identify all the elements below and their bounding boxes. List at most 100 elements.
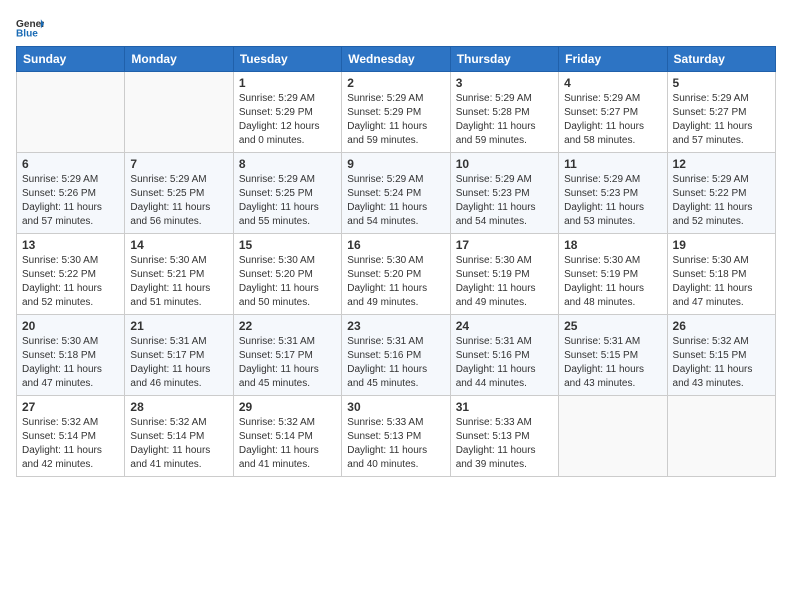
day-number: 29 (239, 400, 336, 414)
calendar-cell: 15 Sunrise: 5:30 AM Sunset: 5:20 PM Dayli… (233, 234, 341, 315)
day-number: 12 (673, 157, 770, 171)
calendar-cell: 3 Sunrise: 5:29 AM Sunset: 5:28 PM Daylig… (450, 72, 558, 153)
calendar-week-row: 27Sunrise: 5:32 AM Sunset: 5:14 PM Dayli… (17, 396, 776, 477)
day-detail: Sunrise: 5:31 AM Sunset: 5:17 PM Dayligh… (130, 335, 227, 391)
calendar-cell: 9Sunrise: 5:29 AM Sunset: 5:24 PM Daylig… (342, 153, 450, 234)
day-detail: Sunrise: 5:31 AM Sunset: 5:15 PM Dayligh… (564, 335, 661, 391)
svg-text:Blue: Blue (16, 28, 38, 38)
day-detail: Sunrise: 5:31 AM Sunset: 5:16 PM Dayligh… (456, 335, 553, 391)
day-number: 8 (239, 157, 336, 171)
calendar-cell: 23Sunrise: 5:31 AM Sunset: 5:16 PM Dayli… (342, 315, 450, 396)
day-number: 25 (564, 319, 661, 333)
calendar-col-header: Sunday (17, 47, 125, 72)
day-number: 11 (564, 157, 661, 171)
calendar-cell: 7Sunrise: 5:29 AM Sunset: 5:25 PM Daylig… (125, 153, 233, 234)
day-detail: Sunrise: 5:30 AM Sunset: 5:18 PM Dayligh… (22, 335, 119, 391)
day-number: 17 (456, 238, 553, 252)
day-detail: Sunrise: 5:33 AM Sunset: 5:13 PM Dayligh… (347, 416, 444, 472)
day-number: 16 (347, 238, 444, 252)
day-number: 24 (456, 319, 553, 333)
calendar-cell: 28Sunrise: 5:32 AM Sunset: 5:14 PM Dayli… (125, 396, 233, 477)
day-number: 20 (22, 319, 119, 333)
day-detail: Sunrise: 5:30 AM Sunset: 5:19 PM Dayligh… (564, 254, 661, 310)
day-number: 10 (456, 157, 553, 171)
calendar-cell: 13 Sunrise: 5:30 AM Sunset: 5:22 PM Dayli… (17, 234, 125, 315)
day-detail: Sunrise: 5:32 AM Sunset: 5:14 PM Dayligh… (130, 416, 227, 472)
calendar-table: SundayMondayTuesdayWednesdayThursdayFrid… (16, 46, 776, 477)
calendar-cell: 29 Sunrise: 5:32 AM Sunset: 5:14 PM Dayli… (233, 396, 341, 477)
calendar-cell: 17Sunrise: 5:30 AM Sunset: 5:19 PM Dayli… (450, 234, 558, 315)
calendar-body: 1 Sunrise: 5:29 AM Sunset: 5:29 PM Daylig… (17, 72, 776, 477)
day-detail: Sunrise: 5:33 AM Sunset: 5:13 PM Dayligh… (456, 416, 553, 472)
day-number: 5 (673, 76, 770, 90)
calendar-cell (17, 72, 125, 153)
calendar-cell: 21 Sunrise: 5:31 AM Sunset: 5:17 PM Dayli… (125, 315, 233, 396)
calendar-week-row: 20 Sunrise: 5:30 AM Sunset: 5:18 PM Dayli… (17, 315, 776, 396)
day-detail: Sunrise: 5:30 AM Sunset: 5:22 PM Dayligh… (22, 254, 119, 310)
day-number: 4 (564, 76, 661, 90)
day-number: 14 (130, 238, 227, 252)
day-number: 31 (456, 400, 553, 414)
day-detail: Sunrise: 5:32 AM Sunset: 5:14 PM Dayligh… (22, 416, 119, 472)
day-number: 7 (130, 157, 227, 171)
day-detail: Sunrise: 5:29 AM Sunset: 5:25 PM Dayligh… (239, 173, 336, 229)
calendar-week-row: 6 Sunrise: 5:29 AM Sunset: 5:26 PM Daylig… (17, 153, 776, 234)
day-detail: Sunrise: 5:29 AM Sunset: 5:29 PM Dayligh… (347, 92, 444, 148)
calendar-cell: 24 Sunrise: 5:31 AM Sunset: 5:16 PM Dayli… (450, 315, 558, 396)
day-number: 15 (239, 238, 336, 252)
day-number: 3 (456, 76, 553, 90)
day-detail: Sunrise: 5:29 AM Sunset: 5:27 PM Dayligh… (564, 92, 661, 148)
calendar-cell: 30 Sunrise: 5:33 AM Sunset: 5:13 PM Dayli… (342, 396, 450, 477)
calendar-cell: 4 Sunrise: 5:29 AM Sunset: 5:27 PM Daylig… (559, 72, 667, 153)
day-detail: Sunrise: 5:29 AM Sunset: 5:26 PM Dayligh… (22, 173, 119, 229)
calendar-cell: 19 Sunrise: 5:30 AM Sunset: 5:18 PM Dayli… (667, 234, 775, 315)
calendar-col-header: Saturday (667, 47, 775, 72)
day-number: 1 (239, 76, 336, 90)
calendar-col-header: Wednesday (342, 47, 450, 72)
calendar-cell: 27Sunrise: 5:32 AM Sunset: 5:14 PM Dayli… (17, 396, 125, 477)
day-detail: Sunrise: 5:29 AM Sunset: 5:27 PM Dayligh… (673, 92, 770, 148)
calendar-cell: 20 Sunrise: 5:30 AM Sunset: 5:18 PM Dayli… (17, 315, 125, 396)
day-detail: Sunrise: 5:29 AM Sunset: 5:22 PM Dayligh… (673, 173, 770, 229)
logo-icon: General Blue (16, 16, 44, 38)
calendar-cell: 31 Sunrise: 5:33 AM Sunset: 5:13 PM Dayli… (450, 396, 558, 477)
calendar-col-header: Monday (125, 47, 233, 72)
calendar-cell: 25 Sunrise: 5:31 AM Sunset: 5:15 PM Dayli… (559, 315, 667, 396)
day-number: 13 (22, 238, 119, 252)
logo: General Blue (16, 16, 48, 38)
calendar-cell: 2 Sunrise: 5:29 AM Sunset: 5:29 PM Daylig… (342, 72, 450, 153)
day-detail: Sunrise: 5:29 AM Sunset: 5:29 PM Dayligh… (239, 92, 336, 148)
calendar-cell: 6 Sunrise: 5:29 AM Sunset: 5:26 PM Daylig… (17, 153, 125, 234)
day-detail: Sunrise: 5:32 AM Sunset: 5:14 PM Dayligh… (239, 416, 336, 472)
day-detail: Sunrise: 5:30 AM Sunset: 5:18 PM Dayligh… (673, 254, 770, 310)
calendar-cell: 26Sunrise: 5:32 AM Sunset: 5:15 PM Dayli… (667, 315, 775, 396)
calendar-cell: 5 Sunrise: 5:29 AM Sunset: 5:27 PM Daylig… (667, 72, 775, 153)
day-detail: Sunrise: 5:29 AM Sunset: 5:24 PM Dayligh… (347, 173, 444, 229)
calendar-week-row: 1 Sunrise: 5:29 AM Sunset: 5:29 PM Daylig… (17, 72, 776, 153)
day-number: 21 (130, 319, 227, 333)
calendar-cell (125, 72, 233, 153)
calendar-cell: 11 Sunrise: 5:29 AM Sunset: 5:23 PM Dayli… (559, 153, 667, 234)
day-detail: Sunrise: 5:31 AM Sunset: 5:17 PM Dayligh… (239, 335, 336, 391)
calendar-cell: 18Sunrise: 5:30 AM Sunset: 5:19 PM Dayli… (559, 234, 667, 315)
day-number: 30 (347, 400, 444, 414)
calendar-cell: 12 Sunrise: 5:29 AM Sunset: 5:22 PM Dayli… (667, 153, 775, 234)
calendar-cell: 14 Sunrise: 5:30 AM Sunset: 5:21 PM Dayli… (125, 234, 233, 315)
day-detail: Sunrise: 5:31 AM Sunset: 5:16 PM Dayligh… (347, 335, 444, 391)
calendar-col-header: Friday (559, 47, 667, 72)
day-detail: Sunrise: 5:29 AM Sunset: 5:28 PM Dayligh… (456, 92, 553, 148)
calendar-cell: 8 Sunrise: 5:29 AM Sunset: 5:25 PM Daylig… (233, 153, 341, 234)
day-number: 19 (673, 238, 770, 252)
calendar-cell: 10 Sunrise: 5:29 AM Sunset: 5:23 PM Dayli… (450, 153, 558, 234)
calendar-week-row: 13 Sunrise: 5:30 AM Sunset: 5:22 PM Dayli… (17, 234, 776, 315)
day-detail: Sunrise: 5:30 AM Sunset: 5:20 PM Dayligh… (239, 254, 336, 310)
calendar-cell: 22 Sunrise: 5:31 AM Sunset: 5:17 PM Dayli… (233, 315, 341, 396)
day-detail: Sunrise: 5:30 AM Sunset: 5:21 PM Dayligh… (130, 254, 227, 310)
day-number: 2 (347, 76, 444, 90)
calendar-cell: 1 Sunrise: 5:29 AM Sunset: 5:29 PM Daylig… (233, 72, 341, 153)
day-detail: Sunrise: 5:29 AM Sunset: 5:23 PM Dayligh… (456, 173, 553, 229)
calendar-header-row: SundayMondayTuesdayWednesdayThursdayFrid… (17, 47, 776, 72)
day-detail: Sunrise: 5:29 AM Sunset: 5:23 PM Dayligh… (564, 173, 661, 229)
day-number: 6 (22, 157, 119, 171)
day-number: 22 (239, 319, 336, 333)
